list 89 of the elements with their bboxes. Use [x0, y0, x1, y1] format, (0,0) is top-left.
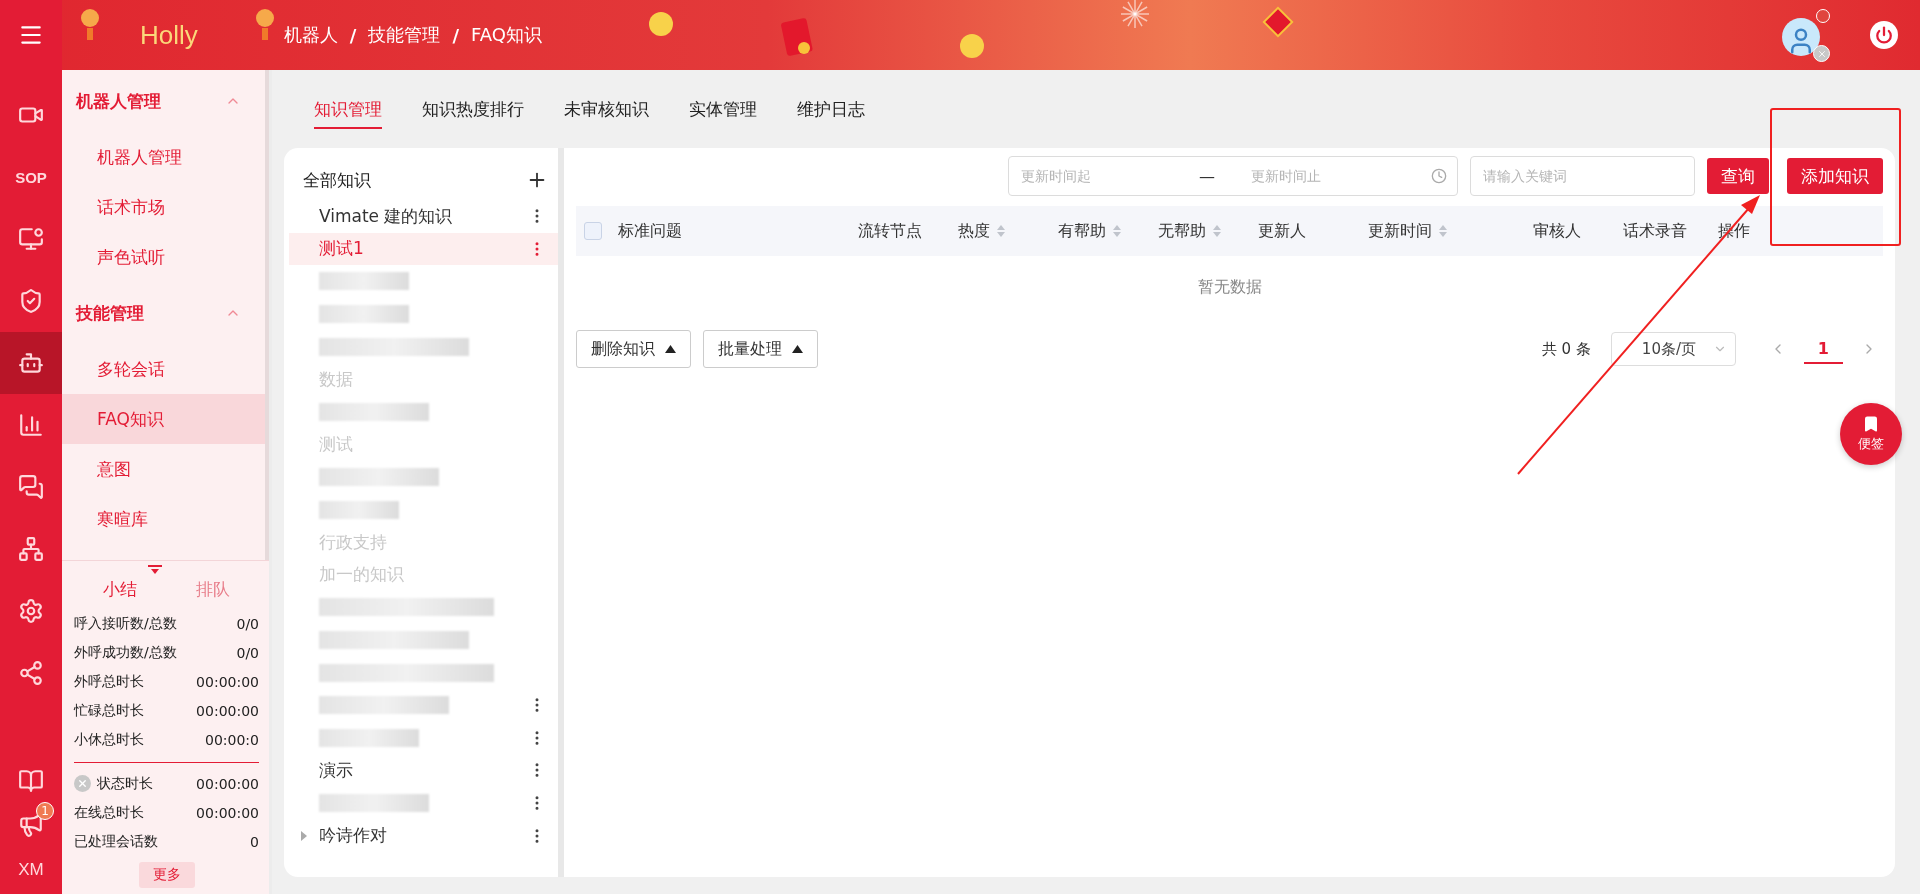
clock-icon [1431, 168, 1447, 184]
brand-name: Holly [140, 19, 198, 51]
stat-label: 外呼总时长 [74, 672, 144, 691]
sidebar-item[interactable]: FAQ知识 [62, 394, 265, 444]
stat-value: 0/0 [236, 644, 259, 661]
menu-button[interactable] [0, 0, 62, 70]
column-header: 更新人 [1258, 220, 1306, 242]
bookmark-icon [1862, 415, 1880, 433]
page-size-select[interactable]: 10条/页 [1610, 332, 1736, 366]
tab[interactable]: 知识热度排行 [422, 89, 524, 129]
sidebar-item[interactable]: 意图 [62, 444, 265, 494]
tree-item[interactable]: 测试1 [289, 232, 558, 266]
sidebar-item[interactable]: 机器人管理 [62, 132, 265, 182]
stat-value: 00:00:0 [205, 731, 259, 748]
tab[interactable]: 实体管理 [689, 89, 757, 129]
total-count: 共 0 条 [1541, 339, 1591, 359]
notification-badge: 1 [36, 802, 54, 820]
range-separator: — [1199, 166, 1215, 186]
column-header: 热度 [958, 220, 990, 242]
robot-icon[interactable] [18, 350, 44, 376]
column-header: 话术录音 [1623, 220, 1687, 242]
book-icon[interactable] [18, 768, 44, 794]
column-header: 更新时间 [1368, 220, 1432, 242]
stat-value: 0/0 [236, 615, 259, 632]
stat-label: 在线总时长 [74, 803, 144, 822]
stat-value: 00:00:00 [196, 804, 259, 821]
stat-label: 状态时长 [97, 774, 153, 793]
stat-label: 小休总时长 [74, 730, 144, 749]
menu-group-title[interactable]: 技能管理 [76, 301, 144, 325]
user-avatar[interactable] [1782, 8, 1830, 62]
tab[interactable]: 知识管理 [314, 89, 382, 129]
power-icon[interactable] [1875, 26, 1893, 44]
stat-label: 已处理会话数 [74, 832, 158, 851]
stat-value: 00:00:00 [196, 673, 259, 690]
empty-message: 暂无数据 [1196, 275, 1263, 298]
stat-label: 呼入接听数/总数 [74, 614, 177, 633]
menu-group-title[interactable]: 机器人管理 [76, 89, 161, 113]
stats-tab[interactable]: 小结 [103, 577, 138, 601]
shield-check-icon[interactable] [18, 288, 44, 314]
rail-item[interactable] [0, 332, 62, 394]
expand-caret-icon[interactable] [301, 830, 307, 841]
stat-value: 0 [250, 833, 259, 850]
tab[interactable]: 未审核知识 [564, 89, 649, 129]
sidebar-item[interactable]: 多轮会话 [62, 344, 265, 394]
stat-value: 00:00:00 [196, 702, 259, 719]
keyword-field[interactable]: 请输入关键词 [1470, 156, 1695, 196]
select-all-checkbox[interactable] [584, 222, 602, 240]
column-header: 标准问题 [618, 220, 682, 242]
tree-item[interactable]: Vimate 建的知识 [289, 200, 558, 233]
chat-bubbles-icon[interactable] [18, 474, 44, 500]
column-header: 有帮助 [1058, 220, 1106, 242]
dropdown-button[interactable]: 删除知识 [576, 330, 691, 368]
monitor-icon[interactable] [18, 226, 44, 252]
user-initials[interactable]: XM [18, 860, 44, 880]
caret-icon [792, 345, 803, 353]
sidebar-item[interactable]: 话术市场 [62, 182, 265, 232]
breadcrumb-separator: / [349, 24, 357, 46]
rail-item[interactable]: SOP [0, 146, 62, 208]
breadcrumb-item[interactable]: FAQ知识 [470, 23, 542, 47]
breadcrumb-item[interactable]: 机器人 [283, 23, 338, 47]
sidebar-item[interactable]: 声色试听 [62, 232, 265, 282]
settings-icon[interactable] [18, 598, 44, 624]
add-knowledge-button[interactable]: 添加知识 [1787, 158, 1883, 194]
search-button[interactable]: 查询 [1707, 158, 1769, 194]
column-header: 审核人 [1533, 220, 1581, 242]
column-header: 无帮助 [1158, 220, 1206, 242]
stats-tab[interactable]: 排队 [195, 577, 230, 601]
stat-value: 00:00:00 [196, 775, 259, 792]
sidebar-item[interactable]: 寒暄库 [62, 494, 265, 544]
tree-item[interactable]: 演示 [289, 754, 558, 787]
column-header: 流转节点 [858, 220, 922, 242]
tab[interactable]: 维护日志 [797, 89, 865, 129]
breadcrumb-separator: / [452, 24, 459, 46]
page-number[interactable]: 1 [1803, 334, 1843, 364]
stat-label: 忙碌总时长 [74, 701, 144, 720]
tree-title[interactable]: 全部知识 [303, 168, 371, 192]
breadcrumb-item[interactable]: 技能管理 [368, 23, 441, 47]
more-button[interactable]: 更多 [138, 862, 195, 888]
tree-item[interactable]: 吟诗作对 [289, 819, 558, 852]
coin-icon [958, 32, 986, 60]
pointer-marker-icon [148, 565, 162, 575]
dropdown-button[interactable]: 批量处理 [703, 330, 818, 368]
org-chart-icon[interactable] [18, 536, 44, 562]
caret-icon [665, 345, 676, 353]
nodes-icon[interactable] [18, 660, 44, 686]
stat-label: 外呼成功数/总数 [74, 643, 177, 662]
power-button[interactable] [1870, 21, 1898, 49]
coin-icon [647, 10, 675, 38]
bar-chart-icon[interactable] [18, 412, 44, 438]
